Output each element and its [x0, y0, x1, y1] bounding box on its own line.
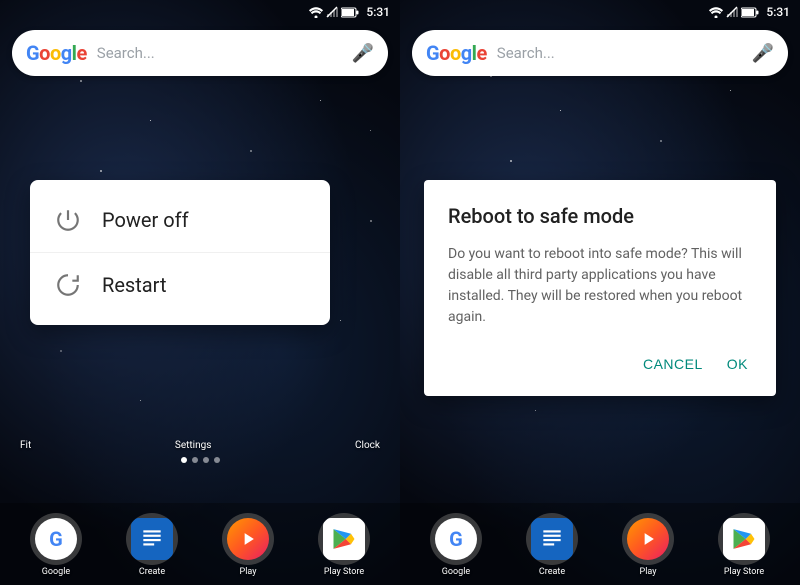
dot-3 — [203, 457, 209, 463]
shortcut-clock: Clock — [355, 440, 380, 451]
play-icon-inner — [227, 518, 269, 560]
dock-item-playstore-left[interactable]: Play Store — [304, 513, 384, 577]
dock-item-playstore-right[interactable]: Play Store — [704, 513, 784, 577]
battery-icon-right — [741, 7, 759, 18]
power-off-item[interactable]: Power off — [30, 188, 330, 253]
play-label-right: Play — [640, 567, 657, 577]
playstore-icon-inner-right — [723, 518, 765, 560]
google-label-right: Google — [442, 567, 470, 577]
mic-icon-left[interactable]: 🎤 — [352, 43, 374, 64]
dock-item-play-right[interactable]: Play — [608, 513, 688, 577]
status-bar-left: 5:31 — [0, 0, 400, 24]
dot-4 — [214, 457, 220, 463]
dock-icons-right: G Google Create — [400, 509, 800, 581]
create-icon-inner-right — [531, 518, 573, 560]
playstore-label-left: Play Store — [324, 567, 364, 577]
search-placeholder-left[interactable]: Search... — [97, 44, 352, 62]
google-logo-right: Google — [426, 41, 487, 65]
google-app-icon-left[interactable]: G — [30, 513, 82, 565]
status-bar-right: 5:31 — [400, 0, 800, 24]
status-icons-left: 5:31 — [309, 5, 390, 19]
status-icons-right: 5:31 — [709, 5, 790, 19]
dock-item-play-left[interactable]: Play — [208, 513, 288, 577]
cancel-button[interactable]: CANCEL — [639, 348, 707, 380]
signal-icon-right — [726, 6, 738, 18]
dock-left: G Google Create — [0, 503, 400, 585]
dialog-title: Reboot to safe mode — [448, 204, 752, 228]
power-off-icon — [54, 206, 82, 234]
playstore-icon-inner — [323, 518, 365, 560]
create-app-icon-right[interactable] — [526, 513, 578, 565]
create-app-icon-left[interactable] — [126, 513, 178, 565]
play-app-icon-right[interactable] — [622, 513, 674, 565]
wifi-icon-right — [709, 7, 723, 18]
ok-button[interactable]: OK — [723, 348, 752, 380]
restart-icon — [54, 271, 82, 299]
dock-item-create-right[interactable]: Create — [512, 513, 592, 577]
right-screen: 5:31 Google Search... 🎤 Reboot to safe m… — [400, 0, 800, 585]
mic-icon-right[interactable]: 🎤 — [752, 43, 774, 64]
dock-item-google-left[interactable]: G Google — [16, 513, 96, 577]
dock-item-create-left[interactable]: Create — [112, 513, 192, 577]
dock-icons-left: G Google Create — [0, 509, 400, 581]
dot-1 — [181, 457, 187, 463]
restart-label: Restart — [102, 273, 166, 297]
create-label-left: Create — [139, 567, 165, 577]
playstore-label-right: Play Store — [724, 567, 764, 577]
time-right: 5:31 — [766, 5, 790, 19]
restart-item[interactable]: Restart — [30, 253, 330, 317]
power-menu-dialog: Power off Restart — [30, 180, 330, 325]
google-icon-inner-right: G — [435, 518, 477, 560]
play-app-icon-left[interactable] — [222, 513, 274, 565]
google-logo-left: Google — [26, 41, 87, 65]
reboot-dialog: Reboot to safe mode Do you want to reboo… — [424, 180, 776, 396]
battery-icon — [341, 7, 359, 18]
wifi-icon — [309, 7, 323, 18]
google-label-left: Google — [42, 567, 70, 577]
dialog-body: Do you want to reboot into safe mode? Th… — [448, 244, 752, 328]
left-screen: 5:31 Google Search... 🎤 Power off — [0, 0, 400, 585]
signal-icon — [326, 6, 338, 18]
google-app-icon-right[interactable]: G — [430, 513, 482, 565]
google-icon-inner: G — [35, 518, 77, 560]
power-off-label: Power off — [102, 208, 189, 232]
play-icon-inner-right — [627, 518, 669, 560]
search-bar-left[interactable]: Google Search... 🎤 — [12, 30, 388, 76]
dock-item-google-right[interactable]: G Google — [416, 513, 496, 577]
playstore-app-icon-right[interactable] — [718, 513, 770, 565]
dialog-buttons: CANCEL OK — [448, 348, 752, 380]
time-left: 5:31 — [366, 5, 390, 19]
shortcut-fit: Fit — [20, 440, 31, 451]
search-bar-right[interactable]: Google Search... 🎤 — [412, 30, 788, 76]
create-label-right: Create — [539, 567, 565, 577]
playstore-app-icon-left[interactable] — [318, 513, 370, 565]
play-label-left: Play — [240, 567, 257, 577]
dot-2 — [192, 457, 198, 463]
page-dots-left — [0, 453, 400, 467]
bottom-shortcuts-left: Fit Settings Clock — [0, 440, 400, 451]
search-placeholder-right[interactable]: Search... — [497, 44, 752, 62]
dock-right: G Google Create — [400, 503, 800, 585]
shortcut-settings: Settings — [175, 440, 212, 451]
create-icon-inner — [131, 518, 173, 560]
